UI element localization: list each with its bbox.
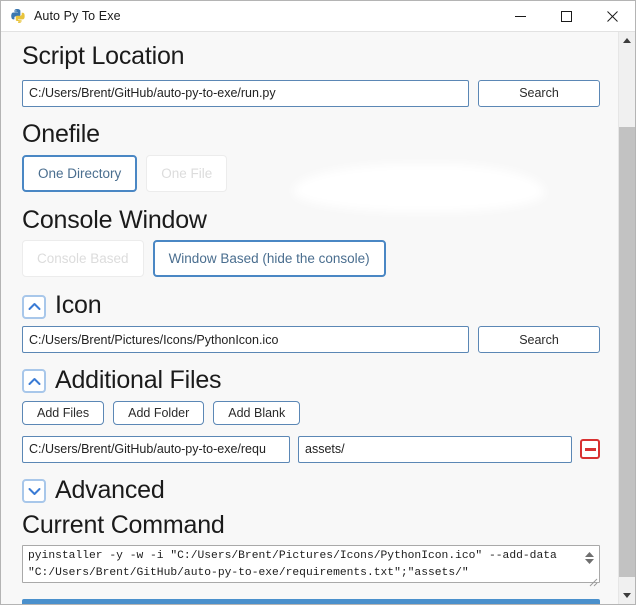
scroll-up-button[interactable] (619, 32, 635, 49)
icon-section-heading: Icon (55, 291, 102, 320)
python-logo-icon (11, 9, 25, 23)
additional-file-destination-input[interactable] (298, 435, 572, 463)
scroll-down-button[interactable] (619, 587, 635, 604)
window-based-button[interactable]: Window Based (hide the console) (152, 240, 386, 278)
window-title: Auto Py To Exe (34, 9, 121, 23)
maximize-button[interactable] (543, 1, 589, 32)
script-location-search-button[interactable]: Search (478, 79, 600, 107)
additional-files-heading: Additional Files (55, 366, 222, 394)
page-body: Script Location Search Onefile One Direc… (1, 32, 635, 604)
minimize-icon (514, 15, 526, 17)
command-spinner[interactable] (582, 547, 597, 569)
triangle-down-icon (585, 559, 594, 565)
close-button[interactable] (589, 1, 635, 32)
icon-section-collapse-toggle[interactable] (22, 294, 46, 319)
triangle-up-icon (585, 552, 594, 558)
additional-files-collapse-toggle[interactable] (22, 369, 46, 394)
advanced-heading-row: Advanced (22, 476, 600, 505)
additional-file-source-input[interactable] (22, 435, 290, 463)
resize-grip-icon[interactable] (588, 577, 598, 587)
scrollbar-thumb[interactable] (619, 127, 635, 577)
triangle-down-icon (623, 593, 631, 598)
console-window-options: Console Based Window Based (hide the con… (22, 240, 600, 278)
chevron-down-icon (28, 487, 40, 495)
add-files-button[interactable]: Add Files (22, 400, 105, 425)
icon-search-button[interactable]: Search (478, 326, 600, 353)
minimize-button[interactable] (497, 1, 543, 32)
icon-section-heading-row: Icon (22, 291, 600, 320)
script-location-input[interactable] (22, 79, 469, 107)
script-location-heading: Script Location (22, 42, 185, 70)
icon-path-row: Search (22, 326, 600, 353)
current-command-wrap (22, 545, 600, 588)
minus-icon (584, 447, 596, 451)
chevron-up-icon (28, 303, 40, 311)
additional-files-buttons: Add Files Add Folder Add Blank (22, 400, 600, 425)
scrollbar-track[interactable] (619, 49, 635, 587)
add-blank-button[interactable]: Add Blank (213, 400, 301, 425)
scroll-content: Script Location Search Onefile One Direc… (1, 32, 618, 604)
vertical-scrollbar[interactable] (618, 32, 635, 604)
advanced-heading: Advanced (55, 475, 165, 504)
convert-button[interactable]: CONVERT .PY TO .EXE (22, 599, 600, 604)
app-window: Auto Py To Exe Script Location C:/Users/… (0, 0, 636, 605)
title-bar-left: Auto Py To Exe (1, 8, 121, 24)
icon-path-input[interactable] (22, 326, 469, 353)
close-icon (606, 10, 618, 22)
additional-file-entry-row (22, 435, 600, 463)
remove-additional-file-button[interactable] (580, 439, 600, 460)
onefile-heading: Onefile (22, 119, 100, 148)
onefile-one-directory-button[interactable]: One Directory (22, 154, 138, 192)
console-window-heading: Console Window (22, 205, 207, 234)
current-command-heading: Current Command (22, 510, 225, 539)
title-bar: Auto Py To Exe (1, 1, 635, 32)
current-command-textarea[interactable] (22, 545, 600, 584)
advanced-collapse-toggle[interactable] (22, 479, 46, 504)
onefile-options: One Directory One File (22, 154, 600, 192)
onefile-one-file-button: One File (146, 154, 228, 192)
console-based-button: Console Based (22, 240, 144, 278)
window-controls (497, 1, 635, 32)
chevron-up-icon (28, 377, 40, 385)
additional-files-heading-row: Additional Files (22, 366, 600, 395)
maximize-icon (560, 10, 572, 22)
add-folder-button[interactable]: Add Folder (113, 400, 205, 425)
script-location-row: Search (22, 79, 600, 107)
triangle-up-icon (623, 38, 631, 43)
